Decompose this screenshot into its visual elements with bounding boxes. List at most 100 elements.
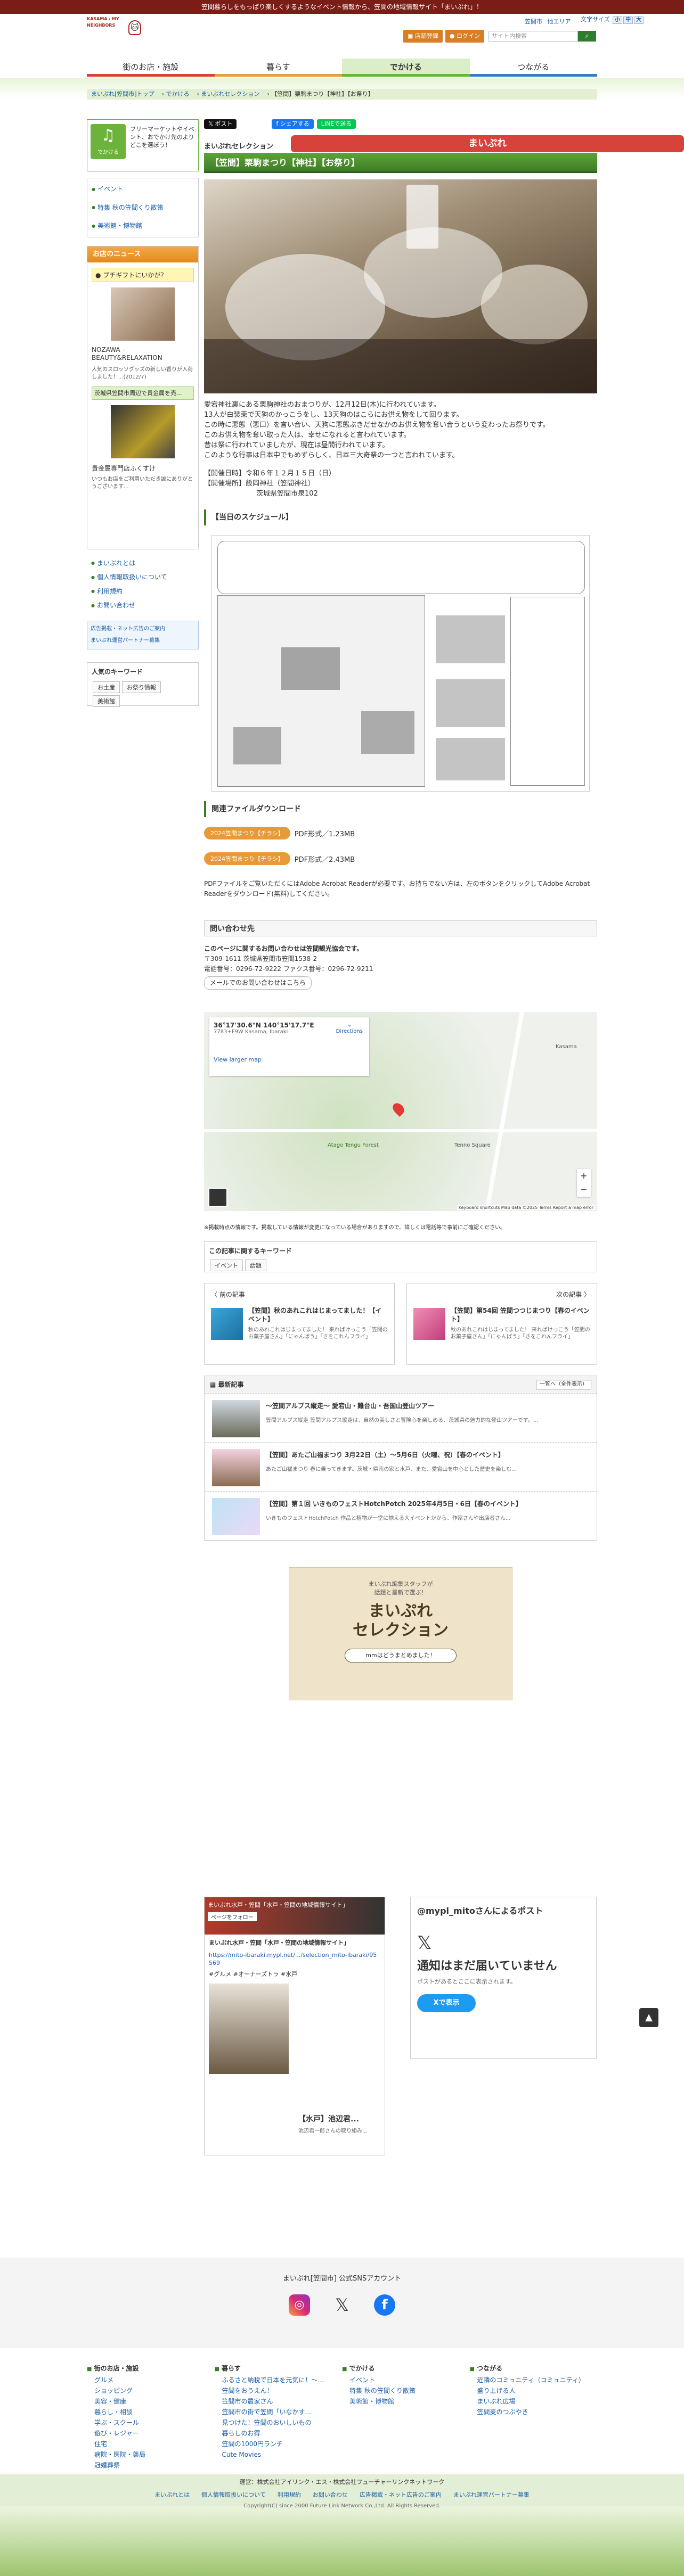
google-map[interactable]: 36°17'30.6"N 140°15'17.7"E 7783+F9W Kasa… (204, 1012, 597, 1211)
footer-link[interactable]: 笠間市の農家さん (215, 2396, 343, 2407)
news-thumb-2[interactable] (111, 405, 175, 458)
gnav-living[interactable]: 暮らす (214, 59, 342, 77)
keyword-tag[interactable]: お祭り情報 (122, 681, 161, 693)
latest-all-button[interactable]: 一覧へ（全件表示） (536, 1380, 591, 1389)
footer-link[interactable]: 笠間をおうえん！ (215, 2385, 343, 2396)
crumb-selection[interactable]: まいぷれセレクション (201, 90, 259, 97)
keyword-tag[interactable]: イベント (210, 1260, 243, 1271)
latest-item-title[interactable]: 【笠間】あたご山福まつり 3月22日（土）～5月6日（火曜、祝）【春のイベント】 (266, 1450, 591, 1459)
line-share-button[interactable]: LINEで送る (316, 119, 356, 129)
footer-link[interactable]: イベント (342, 2375, 470, 2385)
next-title[interactable]: 【笠間】第54回 笠間つつじまつり【春のイベント】 (451, 1306, 590, 1323)
font-mid-button[interactable]: 中 (623, 17, 633, 24)
crumb-outing[interactable]: でかける (166, 90, 190, 97)
zoom-control[interactable]: + − (577, 1169, 591, 1197)
info-privacy[interactable]: 個人情報取扱いについて (91, 573, 194, 582)
font-large-button[interactable]: 大 (634, 17, 644, 24)
prev-nav[interactable]: 〈 前の記事 (211, 1290, 388, 1299)
other-area-link[interactable]: 他エリア (548, 18, 571, 25)
footer-link[interactable]: 暮らしのお得 (215, 2428, 343, 2439)
gnav-outing[interactable]: でかける (342, 59, 470, 77)
info-about[interactable]: まいぷれとは (91, 559, 194, 568)
footer-link[interactable]: 笠間の1000円ランチ (215, 2439, 343, 2449)
footer-link[interactable]: ふるさと納税で日本を元気に！～... (215, 2375, 343, 2385)
news-headline-2[interactable]: 茨城県笠間市周辺で貴金属を売... (92, 386, 194, 400)
info-contact-text[interactable]: お問い合わせ (97, 602, 135, 609)
footer-link[interactable]: 盛り上げる人 (470, 2385, 598, 2396)
x-post-button[interactable]: 𝕏 ポスト (204, 119, 237, 129)
info-about-text[interactable]: まいぷれとは (97, 559, 135, 567)
fb-cover[interactable]: まいぷれ水戸・笠間「水戸・笠間の地域情報サイト」 ページをフォロー (205, 1897, 385, 1935)
next-nav[interactable]: 次の記事 〉 (413, 1290, 590, 1299)
latest-thumb[interactable] (212, 1449, 260, 1486)
side-link-event[interactable]: イベント (92, 185, 194, 194)
selection-banner[interactable]: まいぷれ編集スタッフが 話題と最新で選ぶ！ まいぷれ セレクション mmはどうま… (289, 1567, 512, 1700)
side-link-feature[interactable]: 特集 秋の笠間くり散策 (92, 203, 194, 212)
site-logo[interactable]: KASAMA / MY NEIGHBORS まいぷれ 🐱 (87, 16, 684, 152)
footer-bottom-link[interactable]: お問い合わせ (313, 2490, 348, 2499)
view-larger-map-text[interactable]: View larger map (214, 1056, 262, 1063)
footer-col-title[interactable]: でかける (342, 2363, 470, 2375)
gnav-shops[interactable]: 街のお店・施設 (87, 59, 215, 77)
back-to-top-icon[interactable]: ▲ (639, 2008, 658, 2027)
footer-link[interactable]: Cute Movies (215, 2449, 343, 2460)
footer-link[interactable]: 冠婚葬祭 (87, 2460, 215, 2471)
side-link-museum-text[interactable]: 美術館・博物館 (97, 222, 142, 229)
footer-link[interactable]: 美容・健康 (87, 2396, 215, 2407)
partner-link-text[interactable]: まいぷれ運営パートナー募集 (91, 638, 160, 644)
prev-thumb[interactable] (211, 1308, 243, 1340)
search-icon[interactable]: ⌕ (578, 31, 596, 42)
side-link-event-text[interactable]: イベント (97, 185, 123, 193)
latest-thumb[interactable] (212, 1400, 260, 1437)
latest-item[interactable]: ～笠間アルプス縦走～ 愛宕山・難台山・吾国山登山ツアー 笠間アルプス縦走 笠間ア… (205, 1393, 597, 1442)
footer-link[interactable]: 見つけた！笠間のおいしいもの (215, 2417, 343, 2428)
prev-article[interactable]: 〈 前の記事 【笠間】秋のあれこれはじまってました！【イベント】 秋のあれこれは… (204, 1283, 395, 1365)
zoom-in-icon[interactable]: + (577, 1169, 591, 1183)
x-view-button[interactable]: Xで表示 (417, 1994, 476, 2012)
keyword-tag[interactable]: 話題 (245, 1260, 266, 1271)
partner-link[interactable]: まいぷれ運営パートナー募集 (91, 635, 195, 647)
footer-link[interactable]: 近隣のコミュニティ（コミュニティ） (470, 2375, 598, 2385)
prev-title[interactable]: 【笠間】秋のあれこれはじまってました！【イベント】 (248, 1306, 388, 1323)
footer-bottom-link[interactable]: まいぷれとは (154, 2490, 190, 2499)
pdf-download-button[interactable]: 2024笠間まつり【チラシ】 (204, 827, 290, 840)
latest-item[interactable]: 【笠間】第１回 いきものフェストHotchPotch 2025年4月5日・6日【… (205, 1491, 597, 1540)
news-tag[interactable]: ● プチギフトにいかが？ (92, 267, 194, 282)
x-icon[interactable]: 𝕏 (331, 2294, 353, 2316)
fb-post-image[interactable] (209, 1984, 289, 2074)
outing-badge[interactable]: ♫ でかける (91, 124, 126, 159)
latest-thumb[interactable] (212, 1498, 260, 1535)
ad-info-text[interactable]: 広告掲載・ネット広告のご案内 (91, 626, 165, 632)
fb-post-title[interactable]: まいぷれ水戸・笠間「水戸・笠間の地域情報サイト」 (209, 1939, 380, 1947)
footer-link[interactable]: 笠間市の街で笠間「いなかす... (215, 2407, 343, 2417)
info-terms-text[interactable]: 利用規約 (97, 588, 123, 595)
footer-link[interactable]: 病院・医院・薬局 (87, 2449, 215, 2460)
footer-col-title[interactable]: つながる (470, 2363, 598, 2375)
map-layer-toggle[interactable] (208, 1188, 227, 1207)
info-contact[interactable]: お問い合わせ (91, 601, 194, 610)
news-shop-1[interactable]: NOZAWA – BEAUTY&RELAXATION (92, 346, 194, 362)
x-embed-title[interactable]: @mypl_mitoさんによるポスト (417, 1904, 590, 1916)
footer-link[interactable]: 美術館・博物館 (342, 2396, 470, 2407)
facebook-icon[interactable]: f (374, 2294, 395, 2316)
footer-bottom-link[interactable]: 個人情報取扱いについて (201, 2490, 266, 2499)
footer-col-title[interactable]: 街のお店・施設 (87, 2363, 215, 2375)
footer-bottom-link[interactable]: 利用規約 (278, 2490, 301, 2499)
footer-link[interactable]: 特集 秋の笠間くり散策 (342, 2385, 470, 2396)
footer-bottom-link[interactable]: まいぷれ運営パートナー募集 (453, 2490, 530, 2499)
latest-item-title[interactable]: 【笠間】第１回 いきものフェストHotchPotch 2025年4月5日・6日【… (266, 1499, 591, 1508)
footer-link[interactable]: 住宅 (87, 2439, 215, 2449)
footer-link[interactable]: グルメ (87, 2375, 215, 2385)
font-small-button[interactable]: 小 (613, 17, 623, 24)
directions-button[interactable]: ⤷ Directions (336, 1023, 363, 1034)
view-larger-map-link[interactable]: View larger map (214, 1056, 365, 1063)
footer-link[interactable]: 暮らし・相談 (87, 2407, 215, 2417)
fb-page-name[interactable]: まいぷれ水戸・笠間「水戸・笠間の地域情報サイト」 (208, 1900, 381, 1909)
keyword-tag[interactable]: お土産 (93, 681, 120, 693)
footer-col-title[interactable]: 暮らす (215, 2363, 343, 2375)
keyword-tag[interactable]: 美術館 (93, 695, 120, 707)
side-link-museum[interactable]: 美術館・博物館 (92, 221, 194, 231)
mail-contact-button[interactable]: メールでのお問い合わせはこちら (204, 976, 312, 990)
latest-item[interactable]: 【笠間】あたご山福まつり 3月22日（土）～5月6日（火曜、祝）【春のイベント】… (205, 1442, 597, 1491)
footer-bottom-link[interactable]: 広告掲載・ネット広告のご案内 (360, 2490, 442, 2499)
